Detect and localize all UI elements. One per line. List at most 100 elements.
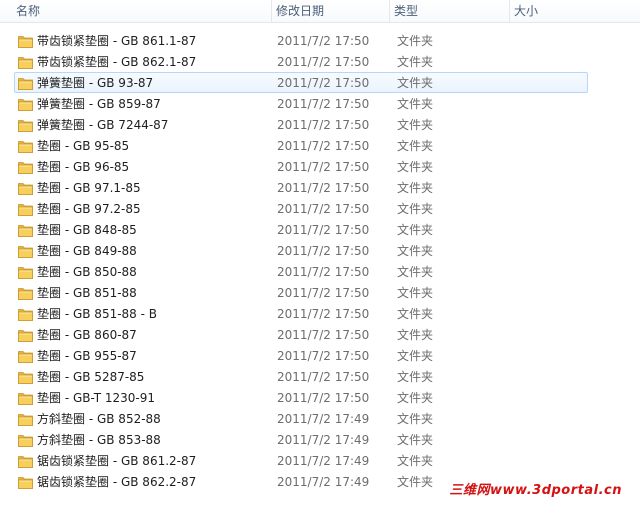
column-header: 名称 修改日期 类型 大小 <box>0 0 640 23</box>
file-list: 带齿锁紧垫圈 - GB 861.1-87 2011/7/2 17:50 文件夹 … <box>0 30 640 492</box>
file-type: 文件夹 <box>397 433 434 447</box>
folder-icon <box>18 244 33 258</box>
file-list-row[interactable]: 方斜垫圈 - GB 853-88 2011/7/2 17:49 文件夹 <box>14 429 588 450</box>
file-type: 文件夹 <box>397 55 434 69</box>
file-date-modified: 2011/7/2 17:50 <box>277 34 370 48</box>
file-date-modified: 2011/7/2 17:50 <box>277 391 370 405</box>
file-list-row[interactable]: 垫圈 - GB-T 1230-91 2011/7/2 17:50 文件夹 <box>14 387 588 408</box>
file-type: 文件夹 <box>397 328 434 342</box>
file-list-row[interactable]: 垫圈 - GB 97.1-85 2011/7/2 17:50 文件夹 <box>14 177 588 198</box>
file-list-row[interactable]: 弹簧垫圈 - GB 93-87 2011/7/2 17:50 文件夹 <box>14 72 588 93</box>
folder-icon <box>18 76 33 90</box>
file-name: 垫圈 - GB-T 1230-91 <box>37 391 156 405</box>
file-name: 带齿锁紧垫圈 - GB 861.1-87 <box>37 34 197 48</box>
file-list-row[interactable]: 锯齿锁紧垫圈 - GB 861.2-87 2011/7/2 17:49 文件夹 <box>14 450 588 471</box>
file-date-modified: 2011/7/2 17:50 <box>277 76 370 90</box>
folder-icon <box>18 433 33 447</box>
file-type: 文件夹 <box>397 244 434 258</box>
file-list-row[interactable]: 垫圈 - GB 860-87 2011/7/2 17:50 文件夹 <box>14 324 588 345</box>
file-date-modified: 2011/7/2 17:50 <box>277 223 370 237</box>
file-name: 垫圈 - GB 851-88 - B <box>37 307 158 321</box>
file-name: 垫圈 - GB 849-88 <box>37 244 137 258</box>
column-header-type[interactable]: 类型 <box>390 0 510 23</box>
folder-icon <box>18 139 33 153</box>
folder-icon <box>18 265 33 279</box>
file-date-modified: 2011/7/2 17:50 <box>277 349 370 363</box>
file-date-modified: 2011/7/2 17:50 <box>277 160 370 174</box>
file-list-row[interactable]: 垫圈 - GB 851-88 2011/7/2 17:50 文件夹 <box>14 282 588 303</box>
file-type: 文件夹 <box>397 265 434 279</box>
file-name: 锯齿锁紧垫圈 - GB 861.2-87 <box>37 454 197 468</box>
file-name: 方斜垫圈 - GB 852-88 <box>37 412 161 426</box>
folder-icon <box>18 370 33 384</box>
column-header-date-modified[interactable]: 修改日期 <box>272 0 390 23</box>
folder-icon <box>18 97 33 111</box>
column-header-size[interactable]: 大小 <box>510 0 590 23</box>
file-name: 方斜垫圈 - GB 853-88 <box>37 433 161 447</box>
file-name: 垫圈 - GB 96-85 <box>37 160 130 174</box>
file-date-modified: 2011/7/2 17:50 <box>277 97 370 111</box>
file-name: 垫圈 - GB 5287-85 <box>37 370 145 384</box>
file-date-modified: 2011/7/2 17:50 <box>277 370 370 384</box>
folder-icon <box>18 475 33 489</box>
file-name: 垫圈 - GB 97.1-85 <box>37 181 141 195</box>
file-date-modified: 2011/7/2 17:50 <box>277 55 370 69</box>
folder-icon <box>18 223 33 237</box>
folder-icon <box>18 286 33 300</box>
file-list-row[interactable]: 垫圈 - GB 96-85 2011/7/2 17:50 文件夹 <box>14 156 588 177</box>
file-type: 文件夹 <box>397 76 434 90</box>
file-type: 文件夹 <box>397 118 434 132</box>
file-date-modified: 2011/7/2 17:50 <box>277 202 370 216</box>
folder-icon <box>18 412 33 426</box>
file-list-row[interactable]: 垫圈 - GB 95-85 2011/7/2 17:50 文件夹 <box>14 135 588 156</box>
explorer-window: 名称 修改日期 类型 大小 带齿锁紧垫圈 - GB 861.1-87 2011/… <box>0 0 640 506</box>
file-name: 垫圈 - GB 851-88 <box>37 286 137 300</box>
file-type: 文件夹 <box>397 475 434 489</box>
file-list-row[interactable]: 弹簧垫圈 - GB 7244-87 2011/7/2 17:50 文件夹 <box>14 114 588 135</box>
column-header-name[interactable]: 名称 <box>12 0 272 23</box>
folder-icon <box>18 181 33 195</box>
file-date-modified: 2011/7/2 17:50 <box>277 265 370 279</box>
file-name: 锯齿锁紧垫圈 - GB 862.2-87 <box>37 475 197 489</box>
file-date-modified: 2011/7/2 17:50 <box>277 244 370 258</box>
file-name: 垫圈 - GB 955-87 <box>37 349 137 363</box>
file-list-row[interactable]: 垫圈 - GB 955-87 2011/7/2 17:50 文件夹 <box>14 345 588 366</box>
file-type: 文件夹 <box>397 454 434 468</box>
folder-icon <box>18 118 33 132</box>
folder-icon <box>18 454 33 468</box>
folder-icon <box>18 55 33 69</box>
file-type: 文件夹 <box>397 370 434 384</box>
file-date-modified: 2011/7/2 17:50 <box>277 181 370 195</box>
file-list-row[interactable]: 方斜垫圈 - GB 852-88 2011/7/2 17:49 文件夹 <box>14 408 588 429</box>
folder-icon <box>18 391 33 405</box>
file-name: 垫圈 - GB 848-85 <box>37 223 137 237</box>
watermark: 三维网www.3dportal.cn <box>449 483 622 498</box>
file-date-modified: 2011/7/2 17:50 <box>277 286 370 300</box>
file-name: 带齿锁紧垫圈 - GB 862.1-87 <box>37 55 197 69</box>
file-list-row[interactable]: 垫圈 - GB 849-88 2011/7/2 17:50 文件夹 <box>14 240 588 261</box>
folder-icon <box>18 34 33 48</box>
file-date-modified: 2011/7/2 17:49 <box>277 412 370 426</box>
file-list-row[interactable]: 垫圈 - GB 5287-85 2011/7/2 17:50 文件夹 <box>14 366 588 387</box>
file-type: 文件夹 <box>397 307 434 321</box>
file-date-modified: 2011/7/2 17:50 <box>277 328 370 342</box>
file-list-row[interactable]: 垫圈 - GB 848-85 2011/7/2 17:50 文件夹 <box>14 219 588 240</box>
file-list-row[interactable]: 垫圈 - GB 850-88 2011/7/2 17:50 文件夹 <box>14 261 588 282</box>
file-type: 文件夹 <box>397 223 434 237</box>
file-type: 文件夹 <box>397 412 434 426</box>
file-type: 文件夹 <box>397 160 434 174</box>
file-list-row[interactable]: 带齿锁紧垫圈 - GB 862.1-87 2011/7/2 17:50 文件夹 <box>14 51 588 72</box>
file-date-modified: 2011/7/2 17:50 <box>277 118 370 132</box>
file-type: 文件夹 <box>397 286 434 300</box>
folder-icon <box>18 349 33 363</box>
folder-icon <box>18 202 33 216</box>
file-list-row[interactable]: 带齿锁紧垫圈 - GB 861.1-87 2011/7/2 17:50 文件夹 <box>14 30 588 51</box>
file-type: 文件夹 <box>397 97 434 111</box>
file-list-row[interactable]: 弹簧垫圈 - GB 859-87 2011/7/2 17:50 文件夹 <box>14 93 588 114</box>
file-type: 文件夹 <box>397 34 434 48</box>
file-name: 垫圈 - GB 97.2-85 <box>37 202 141 216</box>
file-list-row[interactable]: 垫圈 - GB 851-88 - B 2011/7/2 17:50 文件夹 <box>14 303 588 324</box>
folder-icon <box>18 307 33 321</box>
file-list-row[interactable]: 垫圈 - GB 97.2-85 2011/7/2 17:50 文件夹 <box>14 198 588 219</box>
file-type: 文件夹 <box>397 139 434 153</box>
